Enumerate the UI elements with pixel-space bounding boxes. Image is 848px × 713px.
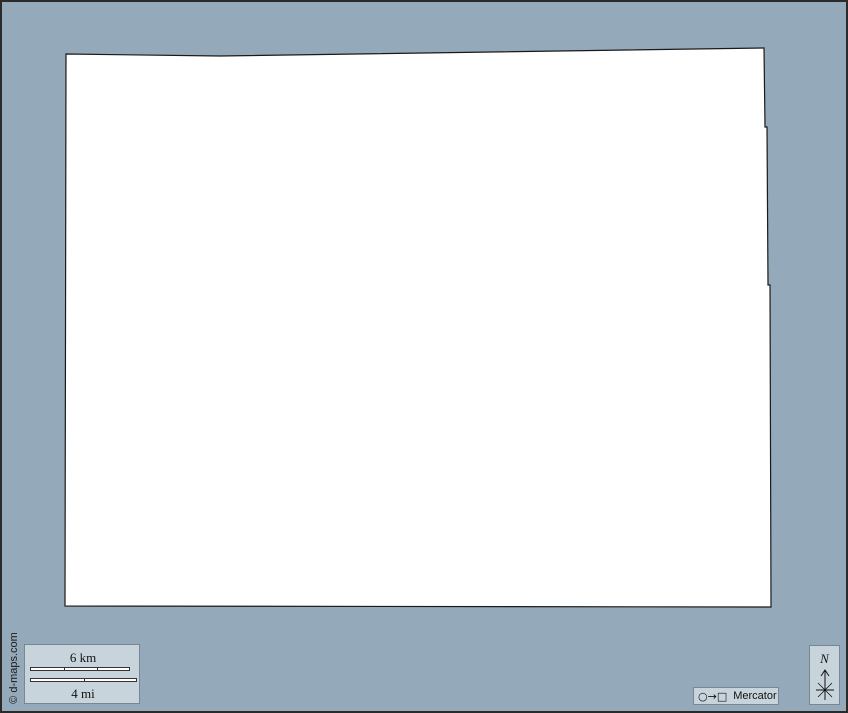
north-letter: N bbox=[820, 651, 829, 666]
scale-bar: 6 km 4 mi bbox=[24, 644, 140, 704]
scale-km-bar bbox=[30, 667, 130, 671]
scale-km-label: 6 km bbox=[69, 650, 97, 665]
scale-mi-bar bbox=[30, 678, 137, 682]
credit-text: © d-maps.com bbox=[8, 632, 20, 704]
map-canvas: © d-maps.com 6 km 4 mi ○→□ Mercator N bbox=[0, 0, 848, 713]
land-region bbox=[64, 47, 772, 608]
north-arrow-icon bbox=[816, 669, 834, 700]
projection-label-box: ○→□ Mercator bbox=[693, 687, 779, 705]
projection-label: Mercator bbox=[733, 690, 777, 702]
scale-mi-label: 4 mi bbox=[71, 686, 95, 701]
map-drawing bbox=[64, 47, 772, 608]
circle-to-square-icon: ○→□ bbox=[698, 689, 728, 703]
north-indicator: N bbox=[809, 645, 840, 705]
